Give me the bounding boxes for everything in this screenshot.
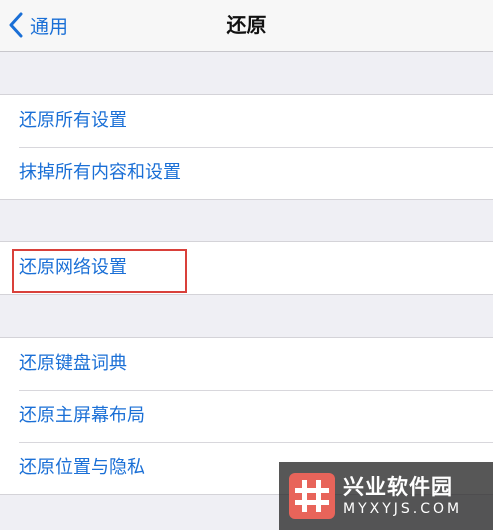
reset-group-general: 还原所有设置 抹掉所有内容和设置 [0,94,493,200]
reset-keyboard-dictionary-row[interactable]: 还原键盘词典 [0,338,493,390]
watermark: 兴业软件园 MYXYJS.COM [279,462,493,530]
page-title: 还原 [226,13,267,37]
reset-home-screen-layout-row[interactable]: 还原主屏幕布局 [0,390,493,442]
watermark-url: MYXYJS.COM [343,501,463,517]
navigation-bar: 通用 还原 [0,0,493,52]
reset-group-network: 还原网络设置 [0,241,493,295]
reset-network-settings-row[interactable]: 还原网络设置 [0,242,493,294]
reset-all-settings-row[interactable]: 还原所有设置 [0,95,493,147]
watermark-title: 兴业软件园 [343,475,453,499]
hash-logo-icon [279,473,335,519]
erase-all-content-row[interactable]: 抹掉所有内容和设置 [0,147,493,199]
